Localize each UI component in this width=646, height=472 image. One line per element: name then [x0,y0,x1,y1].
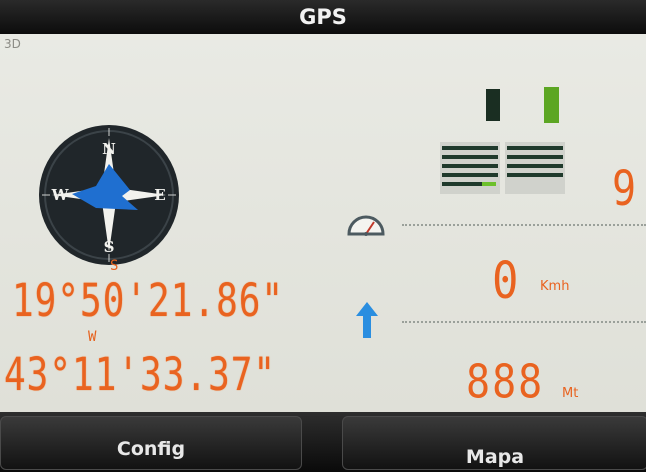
gps-screen: 3D N S W E S 19°50'21.86" W 43°11'33.37"… [0,34,646,412]
mapa-button-label: Mapa [465,446,525,468]
window-title: GPS [299,5,347,29]
speed-unit: Kmh [540,279,570,294]
altitude-arrow-icon [356,302,378,338]
satellite-count: 9 [612,162,637,218]
bottom-toolbar: Config Mapa [0,412,646,472]
signal-bar-icon [486,89,500,121]
compass-s: S [104,238,115,256]
compass-w: W [51,186,70,204]
satellite-strength-icon [505,142,565,194]
speed-value: 0 [492,252,519,311]
latitude-hemisphere: S [110,258,119,274]
compass-icon: N S W E [39,125,179,265]
signal-bar-icon [544,87,559,123]
altitude-unit: Mt [562,386,579,401]
speedometer-icon [347,215,385,236]
compass-n: N [102,140,116,158]
config-button-label: Config [116,438,186,460]
latitude-value: 19°50'21.86" [12,276,285,328]
longitude-hemisphere: W [88,329,97,345]
divider [402,224,646,226]
compass-e: E [154,186,165,204]
fix-mode-label: 3D [4,37,21,51]
title-bar: GPS [0,0,646,34]
altitude-value: 888 [466,356,545,409]
config-button[interactable]: Config [0,416,302,470]
satellite-strength-icon [440,142,500,194]
divider [402,321,646,323]
longitude-value: 43°11'33.37" [4,350,277,402]
mapa-button[interactable]: Mapa [342,416,646,470]
